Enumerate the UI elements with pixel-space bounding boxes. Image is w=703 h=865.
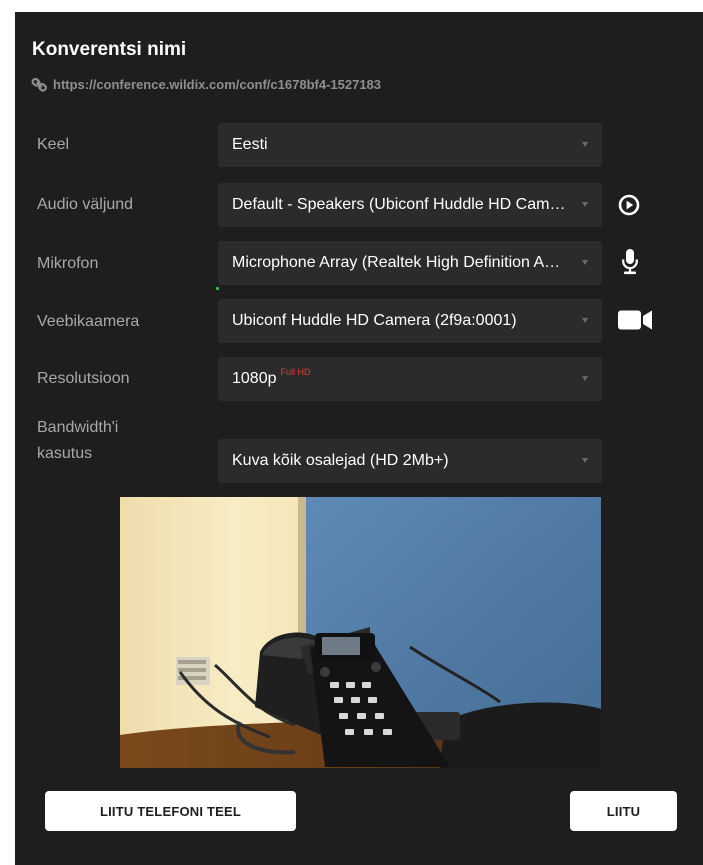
chevron-down-icon — [582, 142, 588, 147]
join-button[interactable]: LIITU — [570, 791, 677, 831]
microphone-select[interactable]: Microphone Array (Realtek High Definitio… — [218, 241, 602, 285]
play-circle-icon[interactable] — [618, 194, 640, 216]
link-icon — [31, 77, 47, 92]
language-select[interactable]: Eesti — [218, 123, 602, 167]
resolution-badge: Full HD — [280, 367, 311, 377]
webcam-value: Ubiconf Huddle HD Camera (2f9a:0001) — [232, 312, 517, 329]
resolution-label: Resolutsioon — [37, 370, 130, 387]
camera-preview — [120, 497, 601, 768]
audio-level-indicator — [216, 287, 219, 290]
conference-setup-panel: Konverentsi nimi https://conference.wild… — [15, 12, 703, 865]
bandwidth-select[interactable]: Kuva kõik osalejad (HD 2Mb+) — [218, 439, 602, 483]
chevron-down-icon — [582, 458, 588, 463]
chevron-down-icon — [582, 260, 588, 265]
resolution-value: 1080p — [232, 370, 277, 387]
join-by-phone-button[interactable]: LIITU TELEFONI TEEL — [45, 791, 296, 831]
chevron-down-icon — [582, 202, 588, 207]
audio-output-select[interactable]: Default - Speakers (Ubiconf Huddle HD Ca… — [218, 183, 602, 227]
webcam-label: Veebikaamera — [37, 313, 140, 330]
resolution-select[interactable]: 1080p Full HD — [218, 357, 602, 401]
audio-output-value: Default - Speakers (Ubiconf Huddle HD Ca… — [232, 196, 566, 213]
conference-url[interactable]: https://conference.wildix.com/conf/c1678… — [53, 77, 381, 92]
conference-link[interactable]: https://conference.wildix.com/conf/c1678… — [31, 77, 381, 92]
audio-output-label: Audio väljund — [37, 196, 134, 213]
video-camera-icon[interactable] — [617, 309, 653, 331]
microphone-value: Microphone Array (Realtek High Definitio… — [232, 254, 566, 271]
language-label: Keel — [37, 136, 70, 153]
language-value: Eesti — [232, 136, 268, 153]
bandwidth-value: Kuva kõik osalejad (HD 2Mb+) — [232, 452, 449, 469]
microphone-icon[interactable] — [621, 248, 639, 276]
microphone-label: Mikrofon — [37, 255, 99, 272]
webcam-select[interactable]: Ubiconf Huddle HD Camera (2f9a:0001) — [218, 299, 602, 343]
camera-preview-image — [120, 497, 601, 768]
chevron-down-icon — [582, 318, 588, 323]
conference-title: Konverentsi nimi — [32, 39, 187, 60]
bandwidth-label: Bandwidth'i kasutus — [37, 419, 119, 462]
chevron-down-icon — [582, 376, 588, 381]
